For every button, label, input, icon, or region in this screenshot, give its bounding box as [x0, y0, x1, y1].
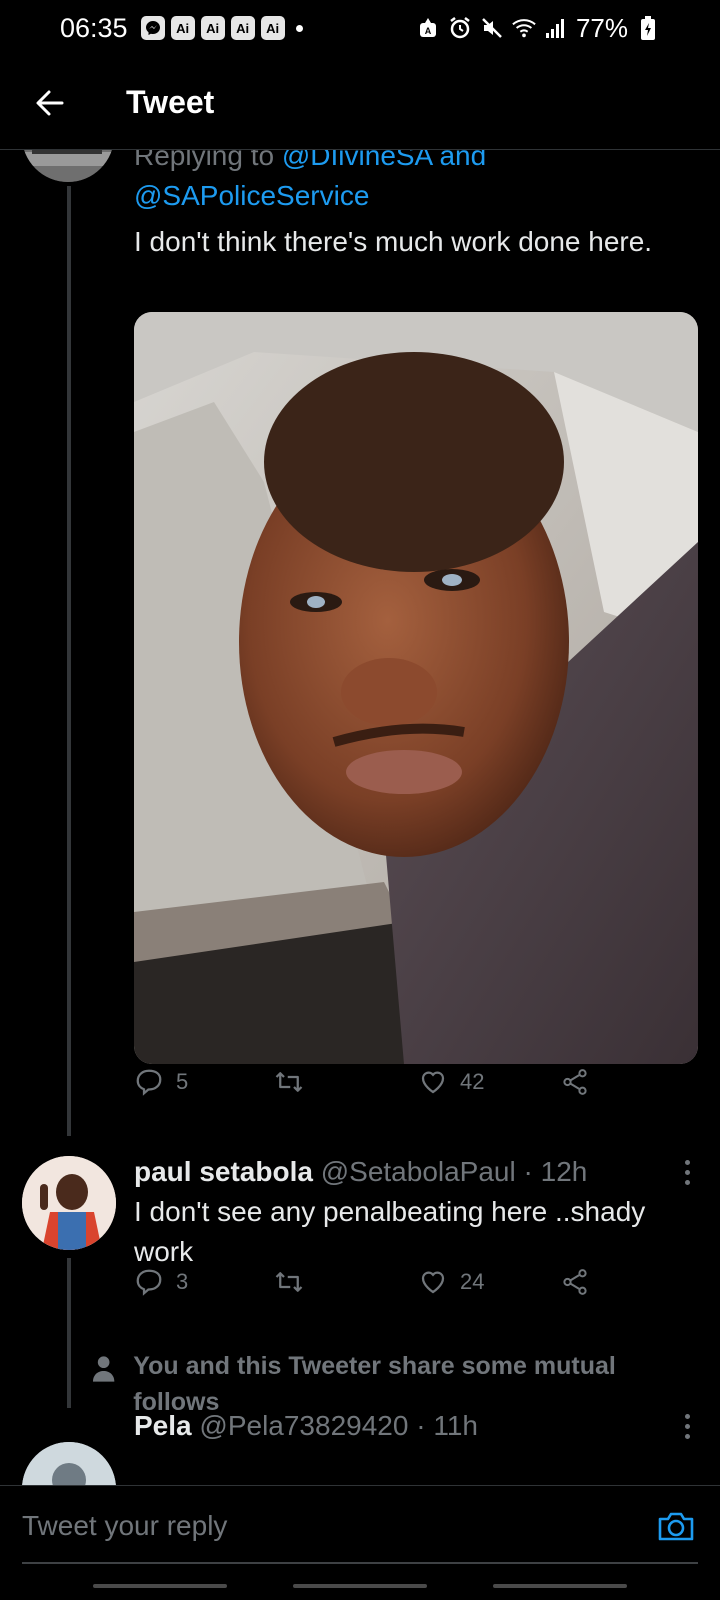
page-title: Tweet: [126, 84, 215, 120]
thread-line: [67, 186, 71, 1136]
retweet-button[interactable]: [274, 1067, 304, 1097]
avatar[interactable]: [22, 1156, 116, 1250]
share-button[interactable]: [560, 1267, 590, 1297]
reply-header: paul setabola @SetabolaPaul · 12h: [134, 1152, 694, 1192]
thread-line: [67, 1258, 71, 1408]
tweet-text: I don't see any penalbeating here ..shad…: [134, 1196, 646, 1267]
alarm-icon: [448, 16, 472, 40]
nav-back-handle[interactable]: [493, 1584, 627, 1588]
like-button[interactable]: 42: [418, 1067, 484, 1097]
user-name[interactable]: paul setabola: [134, 1156, 313, 1187]
retweet-button[interactable]: [274, 1267, 304, 1297]
and-word: and: [439, 150, 487, 171]
reply-input-underline: [22, 1562, 698, 1564]
tweet-actions: 3 24: [134, 1262, 614, 1302]
more-icon: [684, 1413, 690, 1419]
thread-content[interactable]: Replying to @DIivineSA and @SAPoliceServ…: [0, 150, 720, 1485]
avatar[interactable]: [22, 1442, 116, 1485]
back-button[interactable]: [20, 73, 80, 133]
reply-input[interactable]: [22, 1509, 654, 1542]
person-icon: [92, 1356, 115, 1382]
more-notifications-dot-icon: [295, 24, 303, 32]
retweet-icon: [275, 1272, 303, 1292]
reply-count: 3: [176, 1269, 189, 1294]
nav-home-handle[interactable]: [293, 1584, 427, 1588]
camera-icon: [658, 1512, 694, 1540]
messenger-icon: [140, 16, 165, 40]
signal-icon: [544, 16, 568, 40]
like-count: 24: [460, 1269, 485, 1294]
user-name[interactable]: Pela: [134, 1410, 192, 1441]
tweet-actions: 5 42: [134, 1062, 614, 1102]
reply-button[interactable]: 5: [134, 1067, 188, 1097]
battery-percent: 77%: [575, 12, 628, 43]
top-app-bar: Tweet: [0, 56, 720, 150]
replying-to-line: Replying to @DIivineSA and @SAPoliceServ…: [134, 150, 694, 216]
ai-notification-icon: Ai: [230, 16, 255, 40]
share-button[interactable]: [560, 1067, 590, 1097]
ai-notification-icon: Ai: [260, 16, 285, 40]
separator-dot: ·: [523, 1156, 533, 1187]
battery-icon: [636, 16, 660, 40]
mention-link[interactable]: @SAPoliceService: [134, 180, 369, 211]
arrow-left-icon: [36, 90, 64, 115]
system-nav-bar: [0, 1572, 720, 1600]
reply-button[interactable]: 3: [134, 1267, 188, 1297]
comment-icon: [136, 1269, 162, 1296]
status-time: 06:35: [60, 12, 128, 43]
camera-button[interactable]: [654, 1504, 698, 1548]
share-icon: [563, 1069, 587, 1095]
nav-recents-handle[interactable]: [93, 1584, 227, 1588]
more-options-button[interactable]: [672, 1406, 702, 1446]
retweet-icon: [275, 1072, 303, 1092]
separator-dot: ·: [416, 1410, 426, 1441]
wifi-icon: [512, 16, 536, 40]
tweet-time: 12h: [540, 1156, 588, 1187]
ai-icon: A: [416, 16, 440, 40]
status-bar: 06:35 Ai Ai Ai Ai A 77%: [0, 0, 720, 56]
reply-header: Pela @Pela73829420 · 11h: [134, 1406, 694, 1446]
ai-notification-icon: Ai: [200, 16, 225, 40]
heart-icon: [421, 1071, 445, 1094]
like-button[interactable]: 24: [418, 1267, 484, 1297]
comment-icon: [136, 1069, 162, 1096]
svg-text:A: A: [425, 26, 432, 36]
tweet-text: I don't think there's much work done her…: [134, 226, 653, 257]
share-icon: [563, 1269, 587, 1295]
more-icon: [684, 1159, 690, 1165]
more-options-button[interactable]: [672, 1152, 702, 1192]
replying-prefix: Replying to: [134, 150, 275, 171]
mention-link[interactable]: @DIivineSA: [282, 150, 432, 171]
mute-icon: [480, 16, 504, 40]
tweet-time: 11h: [433, 1410, 478, 1441]
reply-composer: [0, 1485, 720, 1565]
avatar[interactable]: [22, 150, 114, 182]
reply-count: 5: [176, 1069, 189, 1094]
user-handle[interactable]: @SetabolaPaul: [321, 1156, 516, 1187]
ai-notification-icon: Ai: [170, 16, 195, 40]
heart-icon: [421, 1271, 445, 1294]
tweet-photo[interactable]: [134, 312, 698, 1064]
like-count: 42: [460, 1069, 485, 1094]
user-handle[interactable]: @Pela73829420: [199, 1410, 408, 1441]
status-right: A 77%: [416, 13, 660, 44]
